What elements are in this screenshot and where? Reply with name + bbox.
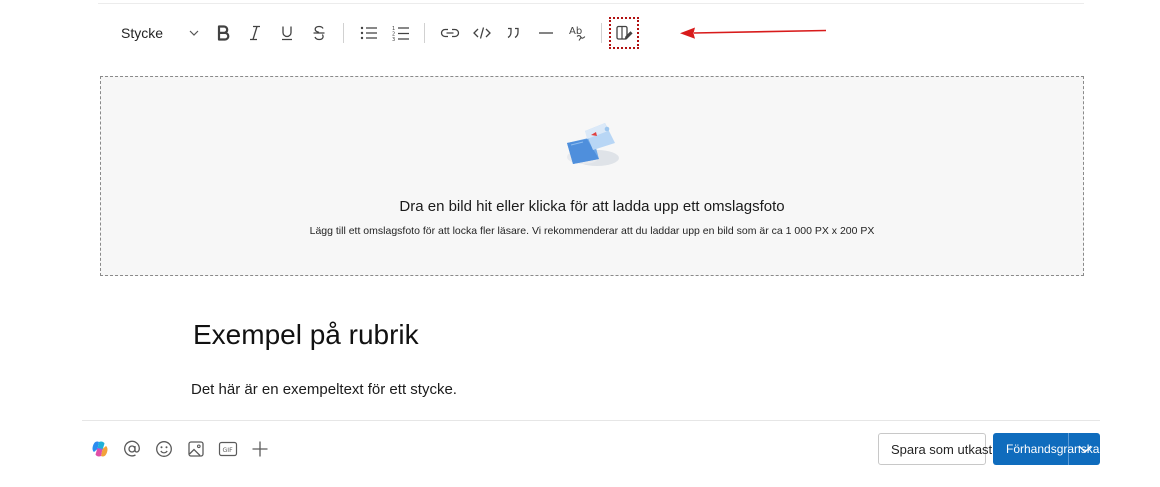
- bold-button[interactable]: [207, 17, 239, 49]
- horizontal-rule-button[interactable]: [530, 17, 562, 49]
- toolbar-separator: [424, 23, 426, 43]
- svg-text:GIF: GIF: [223, 447, 234, 454]
- numbered-list-button[interactable]: 123: [385, 17, 417, 49]
- plus-icon: [252, 441, 268, 457]
- insert-more-button[interactable]: [248, 436, 272, 462]
- underline-button[interactable]: [271, 17, 303, 49]
- preview-button[interactable]: Förhandsgranska: [993, 433, 1099, 465]
- body-paragraph[interactable]: Det här är en exempeltext för ett stycke…: [191, 381, 457, 398]
- spell-check-button[interactable]: Ab: [562, 17, 594, 49]
- insert-toolbar: GIF: [88, 436, 280, 462]
- toolbar-separator: [601, 23, 603, 43]
- italic-icon: [250, 25, 261, 41]
- bottom-divider: [82, 420, 1100, 421]
- copilot-button[interactable]: [88, 436, 112, 462]
- top-divider: [98, 3, 1084, 4]
- dropzone-title: Dra en bild hit eller klicka för att lad…: [399, 198, 785, 215]
- bullet-list-button[interactable]: [353, 17, 385, 49]
- quote-icon: [507, 27, 519, 39]
- bullet-list-icon: [360, 26, 378, 40]
- page-heading[interactable]: Exempel på rubrik: [193, 319, 419, 351]
- link-icon: [440, 28, 460, 38]
- save-draft-label: Spara som utkast: [891, 441, 993, 457]
- chevron-down-icon: [189, 30, 199, 36]
- paragraph-style-label: Stycke: [121, 25, 164, 41]
- link-button[interactable]: [434, 17, 466, 49]
- underline-icon: [282, 26, 293, 41]
- dropzone-subtitle: Lägg till ett omslagsfoto för att locka …: [309, 225, 875, 237]
- preview-label: Förhandsgranska: [1006, 442, 1100, 456]
- page-edit-icon: [616, 25, 633, 40]
- strikethrough-button[interactable]: [303, 17, 335, 49]
- paragraph-style-dropdown[interactable]: Stycke: [112, 17, 207, 49]
- svg-text:3: 3: [392, 37, 395, 41]
- code-button[interactable]: [466, 17, 498, 49]
- svg-text:Ab: Ab: [569, 26, 582, 37]
- insert-image-button[interactable]: [184, 436, 208, 462]
- gif-icon: GIF: [218, 441, 238, 457]
- at-sign-icon: [124, 440, 140, 457]
- bold-icon: [217, 25, 230, 41]
- emoji-button[interactable]: [152, 436, 176, 462]
- spell-check-icon: Ab: [569, 26, 586, 41]
- annotation-arrow-icon: [680, 27, 827, 39]
- code-icon: [473, 27, 491, 39]
- smiley-icon: [156, 441, 172, 457]
- horizontal-rule-icon: [539, 32, 554, 34]
- cover-image-editor-button[interactable]: [609, 17, 640, 49]
- italic-button[interactable]: [239, 17, 271, 49]
- quote-button[interactable]: [498, 17, 530, 49]
- toolbar-separator: [343, 23, 345, 43]
- save-draft-button[interactable]: Spara som utkast: [878, 433, 992, 465]
- insert-gif-button[interactable]: GIF: [216, 436, 240, 462]
- mention-button[interactable]: [120, 436, 144, 462]
- copilot-icon: [92, 441, 108, 457]
- formatting-toolbar: Stycke 123 Ab: [112, 16, 640, 50]
- numbered-list-icon: 123: [392, 26, 410, 41]
- strikethrough-icon: [313, 25, 325, 41]
- image-icon: [188, 441, 204, 457]
- cover-photo-dropzone[interactable]: Dra en bild hit eller klicka för att lad…: [100, 76, 1084, 276]
- upload-image-illustration-icon: [567, 123, 619, 166]
